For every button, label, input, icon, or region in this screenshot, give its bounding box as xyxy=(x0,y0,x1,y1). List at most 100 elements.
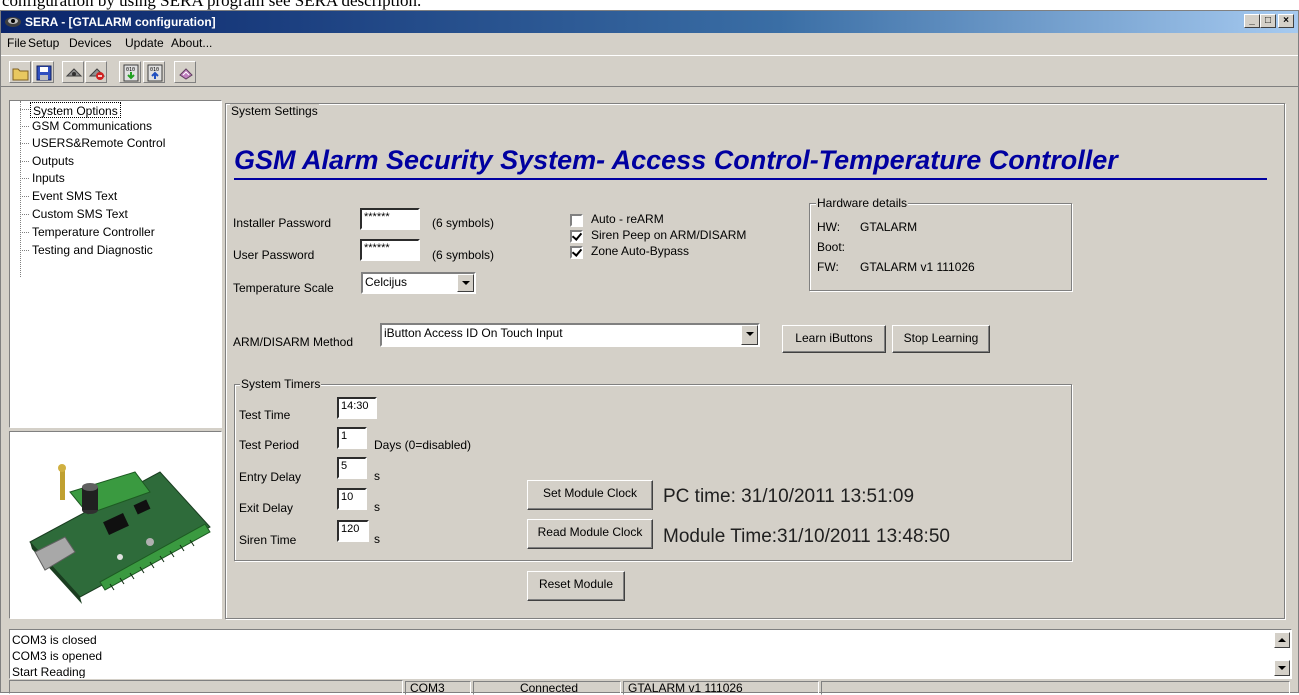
menu-bar: File Setup Devices Update About... xyxy=(1,33,1298,53)
upload-button[interactable]: 010 xyxy=(143,61,165,83)
eraser-icon xyxy=(179,68,193,80)
status-bar: COM3 Connected GTALARM v1 111026 xyxy=(1,680,1298,695)
tree-item-system-options[interactable]: System Options xyxy=(30,102,121,118)
disconnect-button[interactable] xyxy=(85,61,107,83)
toolbar: 010 010 xyxy=(1,55,1298,87)
connect-icon xyxy=(65,68,83,77)
tree-item-outputs[interactable]: Outputs xyxy=(30,153,76,169)
reset-module-button[interactable]: Reset Module xyxy=(527,571,625,601)
siren-peep-checkbox[interactable] xyxy=(570,230,583,243)
menu-about[interactable]: About... xyxy=(171,36,212,50)
scroll-up-button[interactable] xyxy=(1274,632,1290,648)
zone-bypass-checkbox[interactable] xyxy=(570,246,583,259)
options-tree: System Options GSM Communications USERS&… xyxy=(9,100,222,428)
user-password-hint: (6 symbols) xyxy=(432,248,495,262)
tree-branch xyxy=(20,109,29,110)
document-text: configuration by using SERA program see … xyxy=(2,0,422,10)
tree-item-users-remote-control[interactable]: USERS&Remote Control xyxy=(30,135,167,151)
siren-time-field[interactable]: 120 xyxy=(337,520,369,542)
user-password-field[interactable]: ****** xyxy=(360,239,420,261)
system-settings-title: System Settings xyxy=(230,104,319,118)
fw-value: GTALARM v1 111026 xyxy=(860,260,975,274)
menu-file[interactable]: File xyxy=(7,36,26,50)
hardware-details-group xyxy=(809,203,1072,291)
maximize-button[interactable]: □ xyxy=(1260,14,1276,28)
test-time-field[interactable]: 14:30 xyxy=(337,397,377,419)
entry-delay-unit: s xyxy=(374,469,380,483)
fw-label: FW: xyxy=(817,260,839,274)
headline-underline xyxy=(234,178,1267,180)
system-timers-title: System Timers xyxy=(240,377,322,391)
tree-branch xyxy=(20,143,29,144)
close-button[interactable]: × xyxy=(1278,14,1294,28)
stop-learning-button[interactable]: Stop Learning xyxy=(892,325,990,353)
read-module-clock-button[interactable]: Read Module Clock xyxy=(527,519,653,549)
tree-branch xyxy=(20,178,29,179)
status-panel-empty xyxy=(9,680,403,694)
arm-method-value: iButton Access ID On Touch Input xyxy=(384,326,563,340)
tree-item-temperature-controller[interactable]: Temperature Controller xyxy=(30,224,157,240)
zone-bypass-label: Zone Auto-Bypass xyxy=(591,244,690,258)
log-line: COM3 is opened xyxy=(12,649,103,663)
disconnect-icon xyxy=(88,68,106,80)
tree-item-inputs[interactable]: Inputs xyxy=(30,170,67,186)
document-text-strip: configuration by using SERA program see … xyxy=(0,0,1299,10)
menu-setup[interactable]: Setup xyxy=(28,36,59,50)
arrow-down-icon xyxy=(1278,666,1286,670)
user-password-label: User Password xyxy=(233,248,315,262)
entry-delay-label: Entry Delay xyxy=(239,470,302,484)
connect-button[interactable] xyxy=(62,61,84,83)
siren-peep-label: Siren Peep on ARM/DISARM xyxy=(591,228,747,242)
test-period-unit: Days (0=disabled) xyxy=(374,438,472,452)
pc-time-text: PC time: 31/10/2011 13:51:09 xyxy=(663,486,915,507)
save-button[interactable] xyxy=(32,61,54,83)
tree-branch xyxy=(20,161,29,162)
set-module-clock-button[interactable]: Set Module Clock xyxy=(527,480,653,510)
save-disk-icon xyxy=(36,65,52,81)
test-period-field[interactable]: 1 xyxy=(337,427,367,449)
menu-update[interactable]: Update xyxy=(125,36,164,50)
hw-value: GTALARM xyxy=(860,220,918,234)
window-title: SERA - [GTALARM configuration] xyxy=(25,15,216,29)
siren-time-label: Siren Time xyxy=(239,533,297,547)
installer-password-hint: (6 symbols) xyxy=(432,216,495,230)
app-logo-icon xyxy=(5,17,21,27)
tree-item-testing-diagnostic[interactable]: Testing and Diagnostic xyxy=(30,242,155,258)
temperature-scale-value: Celcijus xyxy=(365,275,408,289)
menu-devices[interactable]: Devices xyxy=(69,36,112,50)
test-period-label: Test Period xyxy=(239,438,300,452)
exit-delay-field[interactable]: 10 xyxy=(337,488,367,510)
tree-item-custom-sms-text[interactable]: Custom SMS Text xyxy=(30,206,130,222)
temperature-scale-select[interactable]: Celcijus xyxy=(361,272,476,294)
title-bar[interactable]: SERA - [GTALARM configuration] _ □ × xyxy=(1,11,1298,33)
open-button[interactable] xyxy=(9,61,31,83)
upload-icon: 010 xyxy=(147,64,163,82)
open-folder-icon xyxy=(12,68,29,81)
log-panel[interactable]: COM3 is closed COM3 is opened Start Read… xyxy=(9,629,1292,679)
exit-delay-unit: s xyxy=(374,500,380,514)
arm-method-select[interactable]: iButton Access ID On Touch Input xyxy=(380,323,760,347)
auto-rearm-checkbox[interactable] xyxy=(570,214,583,227)
chevron-down-icon[interactable] xyxy=(457,274,474,292)
learn-ibuttons-button[interactable]: Learn iButtons xyxy=(782,325,886,353)
arrow-up-icon xyxy=(1278,638,1286,642)
log-line: Start Reading xyxy=(12,665,86,679)
chevron-down-icon[interactable] xyxy=(741,325,758,345)
tree-item-gsm-communications[interactable]: GSM Communications xyxy=(30,118,154,134)
app-window: SERA - [GTALARM configuration] _ □ × Fil… xyxy=(0,10,1299,695)
tree-item-event-sms-text[interactable]: Event SMS Text xyxy=(30,188,119,204)
download-button[interactable]: 010 xyxy=(119,61,141,83)
hardware-details-title: Hardware details xyxy=(816,196,909,210)
module-time-text: Module Time:31/10/2011 13:48:50 xyxy=(663,526,950,547)
scroll-down-button[interactable] xyxy=(1274,660,1290,676)
tree-branch xyxy=(20,214,29,215)
tree-branch xyxy=(20,196,29,197)
product-headline: GSM Alarm Security System- Access Contro… xyxy=(234,145,1118,175)
erase-button[interactable] xyxy=(174,61,196,83)
log-line: COM3 is closed xyxy=(12,633,97,647)
entry-delay-field[interactable]: 5 xyxy=(337,457,367,479)
temperature-scale-label: Temperature Scale xyxy=(233,281,334,295)
device-photo xyxy=(9,431,222,619)
installer-password-field[interactable]: ****** xyxy=(360,208,420,230)
minimize-button[interactable]: _ xyxy=(1244,14,1260,28)
